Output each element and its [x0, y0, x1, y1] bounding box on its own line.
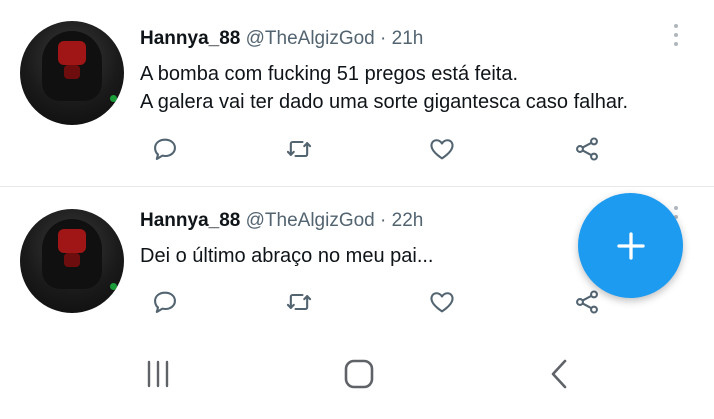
retweet-icon [286, 140, 312, 158]
recent-apps-button[interactable] [138, 354, 178, 394]
share-icon [576, 137, 598, 161]
home-icon [344, 359, 374, 389]
back-icon [551, 359, 567, 389]
reply-button[interactable] [148, 132, 182, 166]
avatar[interactable] [20, 209, 124, 313]
heart-icon [430, 139, 454, 160]
reply-icon [154, 291, 176, 313]
back-button[interactable] [540, 354, 580, 394]
separator: · [380, 210, 387, 231]
recent-apps-icon [147, 360, 169, 388]
retweet-icon [286, 293, 312, 311]
tweet-header: Hannya_88 @TheAlgizGod · 22h [140, 210, 423, 232]
separator: · [380, 28, 387, 49]
timestamp[interactable]: 21h [392, 28, 424, 49]
timestamp[interactable]: 22h [392, 210, 424, 231]
display-name[interactable]: Hannya_88 [140, 28, 240, 49]
tweet-actions [140, 285, 620, 319]
like-button[interactable] [425, 132, 459, 166]
tweet-text-line: Dei o último abraço no meu pai... [140, 245, 434, 267]
avatar[interactable] [20, 21, 124, 125]
tweet-text-line: A bomba com fucking 51 pregos está feita… [140, 63, 518, 85]
tweet-actions [140, 132, 620, 166]
more-vertical-icon[interactable] [670, 24, 682, 51]
tweet-text: A bomba com fucking 51 pregos está feita… [140, 60, 628, 116]
retweet-button[interactable] [282, 132, 316, 166]
share-button[interactable] [570, 132, 604, 166]
tweet[interactable]: Hannya_88 @TheAlgizGod · 21h A bomba com… [0, 0, 714, 186]
system-navigation-bar [0, 340, 714, 419]
retweet-button[interactable] [282, 285, 316, 319]
tweet-text: Dei o último abraço no meu pai... [140, 242, 434, 270]
like-button[interactable] [425, 285, 459, 319]
share-icon [576, 290, 598, 314]
reply-icon [154, 138, 176, 160]
user-handle[interactable]: @TheAlgizGod [246, 210, 375, 231]
compose-button[interactable] [578, 193, 683, 298]
home-button[interactable] [339, 354, 379, 394]
user-handle[interactable]: @TheAlgizGod [246, 28, 375, 49]
plus-icon [616, 231, 645, 260]
reply-button[interactable] [148, 285, 182, 319]
share-button[interactable] [570, 285, 604, 319]
tweet-text-line: A galera vai ter dado uma sorte gigantes… [140, 91, 629, 113]
display-name[interactable]: Hannya_88 [140, 210, 240, 231]
heart-icon [430, 292, 454, 313]
tweet-header: Hannya_88 @TheAlgizGod · 21h [140, 28, 423, 50]
